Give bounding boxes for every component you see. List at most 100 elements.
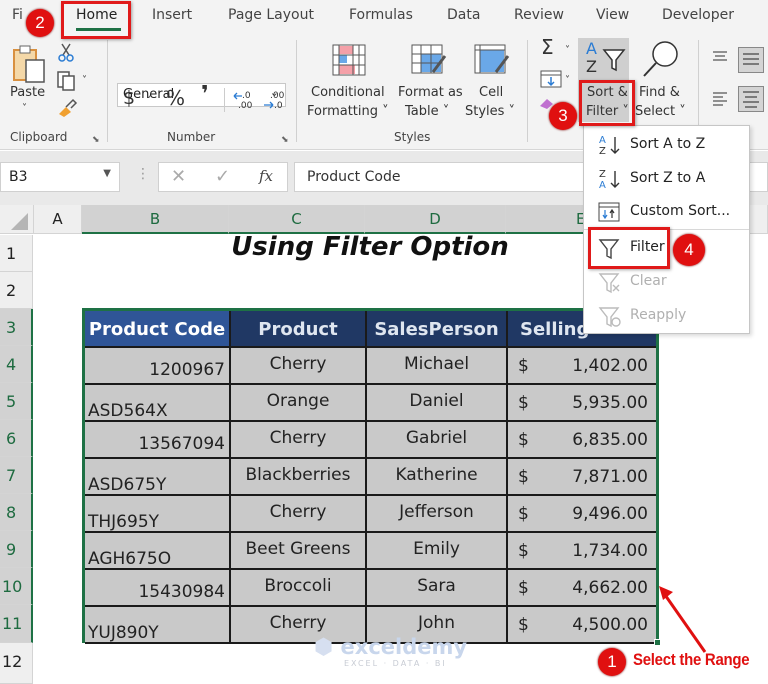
align-left-icon[interactable] bbox=[712, 91, 728, 107]
sort-filter-icon[interactable]: A Z bbox=[584, 38, 628, 78]
row-header-6[interactable]: 6 bbox=[0, 420, 33, 457]
format-as-table-line1[interactable]: Format as bbox=[398, 84, 463, 102]
cell-selling[interactable]: $7,871.00 bbox=[508, 459, 656, 496]
paste-dropdown-icon[interactable]: ˅ bbox=[22, 100, 27, 118]
header-product[interactable]: Product bbox=[231, 311, 367, 348]
enter-icon[interactable]: ✓ bbox=[215, 166, 230, 187]
fill-dropdown-icon[interactable]: ˅ bbox=[565, 72, 570, 90]
row-header-7[interactable]: 7 bbox=[0, 457, 33, 494]
find-select-button[interactable]: Select ˅ bbox=[635, 103, 686, 121]
cell-product-code[interactable]: 15430984 bbox=[85, 570, 231, 607]
cancel-icon[interactable]: ✕ bbox=[171, 166, 186, 187]
tab-formulas[interactable]: Formulas bbox=[349, 7, 413, 23]
tab-review[interactable]: Review bbox=[514, 7, 564, 23]
cell-product-code[interactable]: ASD675Y bbox=[85, 459, 231, 496]
percent-style-button[interactable]: % bbox=[166, 88, 185, 108]
tab-developer[interactable]: Developer bbox=[662, 7, 734, 23]
row-header-3[interactable]: 3 bbox=[0, 309, 33, 346]
column-header-d[interactable]: D bbox=[365, 205, 506, 234]
cell-selling[interactable]: $6,835.00 bbox=[508, 422, 656, 459]
name-box[interactable]: B3 ▼ bbox=[0, 162, 120, 192]
conditional-formatting-button[interactable]: Formatting ˅ bbox=[307, 103, 389, 121]
row-header-12[interactable]: 12 bbox=[0, 643, 33, 684]
insert-function-button[interactable]: fx bbox=[259, 167, 273, 185]
autosum-dropdown-icon[interactable]: ˅ bbox=[565, 42, 570, 60]
format-painter-icon[interactable] bbox=[56, 96, 78, 118]
fill-icon[interactable] bbox=[540, 70, 562, 88]
row-header-4[interactable]: 4 bbox=[0, 346, 33, 383]
row-header-8[interactable]: 8 bbox=[0, 494, 33, 531]
format-as-table-icon[interactable] bbox=[411, 44, 447, 76]
cell-product[interactable]: Broccoli bbox=[231, 570, 367, 607]
row-header-1[interactable]: 1 bbox=[0, 235, 33, 272]
align-middle-button[interactable] bbox=[738, 47, 764, 73]
cell-product[interactable]: Beet Greens bbox=[231, 533, 367, 570]
cell-product[interactable]: Orange bbox=[231, 385, 367, 422]
header-salesperson[interactable]: SalesPerson bbox=[367, 311, 508, 348]
cell-product-code[interactable]: 13567094 bbox=[85, 422, 231, 459]
cell-styles-button[interactable]: Styles ˅ bbox=[465, 103, 515, 121]
increase-decimal-icon[interactable]: .0 .00 bbox=[232, 88, 256, 110]
find-select-icon[interactable] bbox=[641, 40, 681, 80]
cell-salesperson[interactable]: Daniel bbox=[367, 385, 508, 422]
cell-selling[interactable]: $9,496.00 bbox=[508, 496, 656, 533]
column-header-a[interactable]: A bbox=[34, 205, 82, 234]
tab-insert[interactable]: Insert bbox=[152, 7, 192, 23]
currency-format-button[interactable]: $ bbox=[123, 89, 135, 108]
cell-product-code[interactable]: 1200967 bbox=[85, 348, 231, 385]
tab-page-layout[interactable]: Page Layout bbox=[228, 7, 314, 23]
cell-salesperson[interactable]: Michael bbox=[367, 348, 508, 385]
cell-product-code[interactable]: ASD564X bbox=[85, 385, 231, 422]
tab-file[interactable]: Fi bbox=[12, 7, 23, 23]
cell-product-code[interactable]: THJ695Y bbox=[85, 496, 231, 533]
data-table[interactable]: Product Code Product SalesPerson Selling… bbox=[82, 308, 659, 644]
find-select-line1[interactable]: Find & bbox=[639, 84, 680, 102]
cell-selling[interactable]: $4,500.00 bbox=[508, 607, 656, 644]
paste-button[interactable]: Paste bbox=[10, 84, 45, 102]
copy-icon[interactable] bbox=[56, 70, 78, 92]
cell-product[interactable]: Cherry bbox=[231, 348, 367, 385]
row-header-11[interactable]: 11 bbox=[0, 605, 33, 643]
cell-selling[interactable]: $1,402.00 bbox=[508, 348, 656, 385]
row-header-2[interactable]: 2 bbox=[0, 272, 33, 309]
align-top-icon[interactable] bbox=[712, 50, 728, 62]
cell-styles-icon[interactable] bbox=[474, 44, 510, 76]
format-as-table-button[interactable]: Table ˅ bbox=[405, 103, 449, 121]
align-center-button[interactable] bbox=[738, 86, 764, 112]
cell-salesperson[interactable]: Sara bbox=[367, 570, 508, 607]
copy-dropdown-icon[interactable]: ˅ bbox=[82, 72, 87, 90]
cut-icon[interactable] bbox=[58, 42, 74, 62]
name-box-dropdown-icon[interactable]: ▼ bbox=[103, 168, 111, 179]
comma-style-button[interactable]: ❜ bbox=[201, 84, 209, 106]
menu-item-sort-a-to-z[interactable]: A Z Sort A to Z bbox=[584, 129, 749, 161]
conditional-formatting-icon[interactable] bbox=[332, 44, 366, 76]
cell-product[interactable]: Cherry bbox=[231, 496, 367, 533]
decrease-decimal-icon[interactable]: .00 .0 bbox=[262, 88, 286, 110]
row-header-5[interactable]: 5 bbox=[0, 383, 33, 420]
cell-product[interactable]: Blackberries bbox=[231, 459, 367, 496]
cell-salesperson[interactable]: Emily bbox=[367, 533, 508, 570]
cell-salesperson[interactable]: Gabriel bbox=[367, 422, 508, 459]
cell-salesperson[interactable]: Jefferson bbox=[367, 496, 508, 533]
cell-product[interactable]: Cherry bbox=[231, 422, 367, 459]
number-launcher-icon[interactable]: ⬊ bbox=[281, 131, 289, 149]
cell-selling[interactable]: $5,935.00 bbox=[508, 385, 656, 422]
tab-data[interactable]: Data bbox=[447, 7, 480, 23]
column-header-c[interactable]: C bbox=[229, 205, 365, 234]
column-header-b[interactable]: B bbox=[82, 205, 229, 234]
select-all-button[interactable] bbox=[0, 205, 34, 234]
cell-salesperson[interactable]: Katherine bbox=[367, 459, 508, 496]
cell-selling[interactable]: $1,734.00 bbox=[508, 533, 656, 570]
cell-product-code[interactable]: AGH675O bbox=[85, 533, 231, 570]
menu-item-custom-sort[interactable]: Custom Sort... bbox=[584, 196, 749, 228]
clipboard-launcher-icon[interactable]: ⬊ bbox=[92, 131, 100, 149]
row-header-9[interactable]: 9 bbox=[0, 531, 33, 568]
cell-product-code[interactable]: YUJ890Y bbox=[85, 607, 231, 644]
cell-selling[interactable]: $4,662.00 bbox=[508, 570, 656, 607]
paste-icon[interactable] bbox=[12, 44, 48, 84]
cell-styles-line1[interactable]: Cell bbox=[479, 84, 503, 102]
header-product-code[interactable]: Product Code bbox=[85, 311, 231, 348]
autosum-icon[interactable]: Σ bbox=[541, 37, 554, 57]
conditional-formatting-line1[interactable]: Conditional bbox=[311, 84, 385, 102]
tab-view[interactable]: View bbox=[596, 7, 629, 23]
